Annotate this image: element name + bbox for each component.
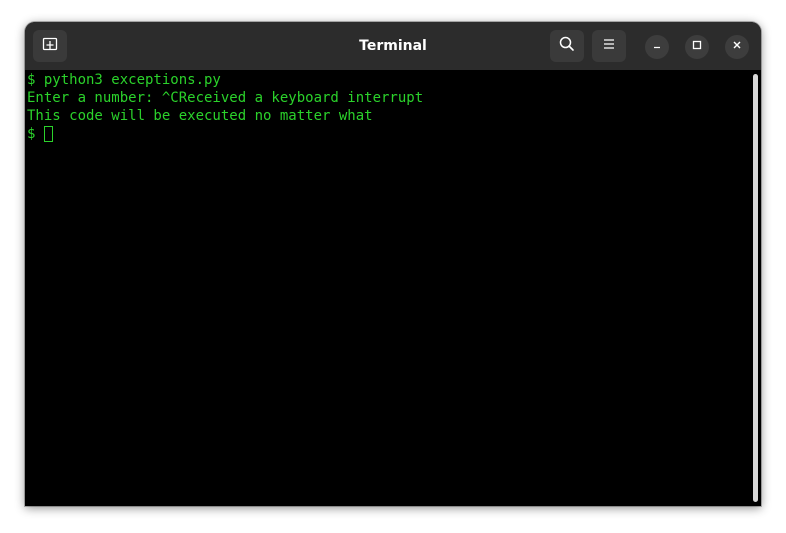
terminal-line: Enter a number: ^CReceived a keyboard in… xyxy=(27,90,424,106)
terminal-window: Terminal $ python3 exceptions.py Enter a… xyxy=(25,22,761,506)
search-icon xyxy=(558,35,576,58)
new-tab-icon xyxy=(41,35,59,58)
terminal-line: This code will be executed no matter wha… xyxy=(27,108,373,124)
close-icon xyxy=(731,38,743,56)
minimize-icon xyxy=(651,38,663,56)
terminal-output[interactable]: $ python3 exceptions.py Enter a number: … xyxy=(25,70,761,506)
maximize-icon xyxy=(691,38,703,56)
close-button[interactable] xyxy=(725,35,749,59)
minimize-button[interactable] xyxy=(645,35,669,59)
search-button[interactable] xyxy=(550,30,584,62)
text-cursor xyxy=(44,126,54,142)
maximize-button[interactable] xyxy=(685,35,709,59)
hamburger-menu-icon xyxy=(601,36,617,57)
vertical-scrollbar[interactable] xyxy=(753,74,758,502)
new-tab-button[interactable] xyxy=(33,30,67,62)
terminal-line: $ python3 exceptions.py xyxy=(27,72,221,88)
menu-button[interactable] xyxy=(592,30,626,62)
terminal-prompt-line: $ xyxy=(27,125,54,143)
title-bar[interactable]: Terminal xyxy=(25,22,761,70)
prompt-symbol: $ xyxy=(27,126,36,142)
